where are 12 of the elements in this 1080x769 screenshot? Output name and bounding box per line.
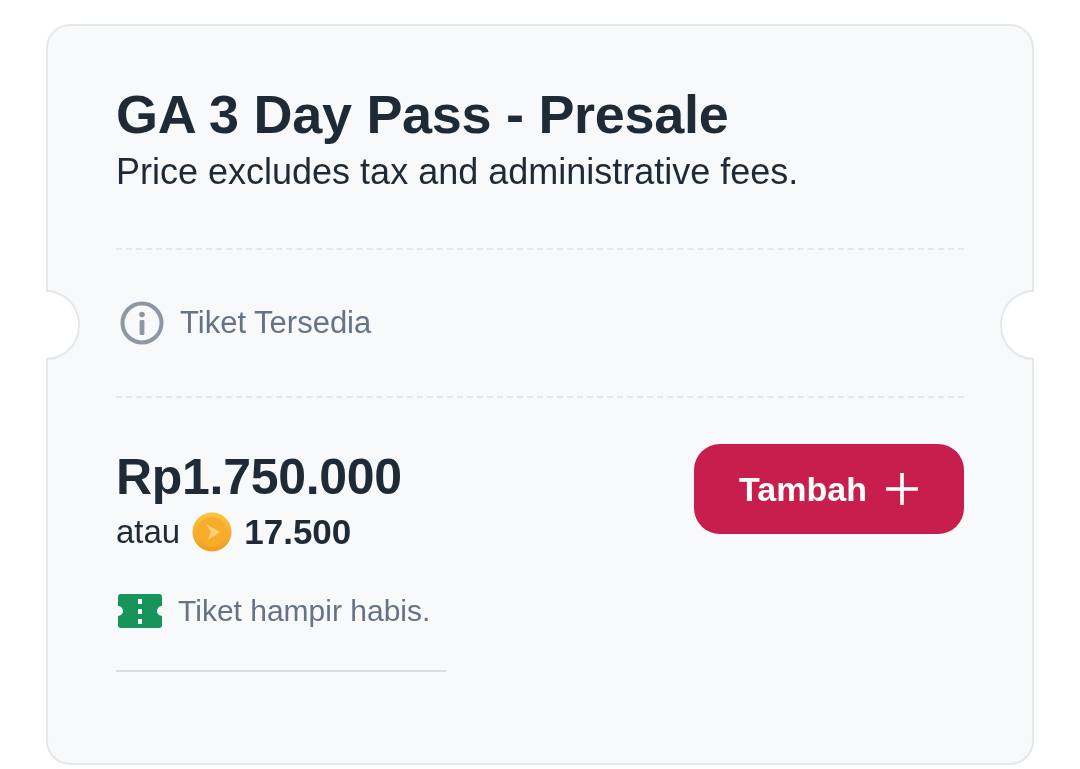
ticket-price: Rp1.750.000 <box>116 448 403 506</box>
ticket-title: GA 3 Day Pass - Presale <box>116 84 730 144</box>
stock-notice: Tiket hampir habis. <box>178 594 431 628</box>
availability-status: Tiket Tersedia <box>180 305 372 341</box>
points-price: 17.500 <box>244 512 352 552</box>
price-note: Price excludes tax and administrative fees. <box>116 150 800 194</box>
price-alternative-label: atau <box>116 513 181 551</box>
coin-icon <box>192 512 233 552</box>
add-button[interactable]: Tambah <box>694 444 964 534</box>
plus-icon <box>884 472 919 506</box>
ticket-icon <box>118 594 162 628</box>
info-icon <box>120 301 164 345</box>
